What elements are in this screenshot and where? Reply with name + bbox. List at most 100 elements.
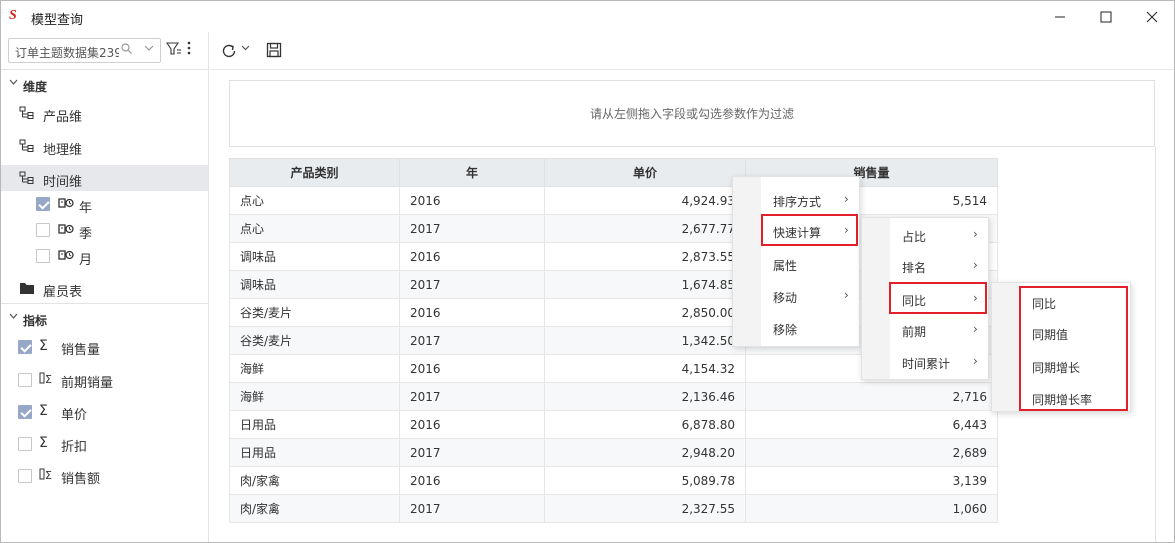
table-cell[interactable]: 肉/家禽 xyxy=(229,494,400,523)
dataset-select[interactable]: 订单主题数据集239 xyxy=(8,38,161,63)
time-level-quarter[interactable]: 季 xyxy=(1,217,208,243)
table-row[interactable]: 肉/家禽 2016 5,089.78 3,139 xyxy=(229,466,998,495)
table-cell[interactable]: 2,716 xyxy=(745,382,998,411)
table-row[interactable]: 肉/家禽 2017 2,327.55 1,060 xyxy=(229,494,998,523)
column-header[interactable]: 单价 xyxy=(544,158,746,187)
table-cell[interactable]: 日用品 xyxy=(229,410,400,439)
table-cell[interactable]: 2017 xyxy=(399,382,545,411)
save-icon[interactable] xyxy=(266,42,282,58)
filter-icon[interactable] xyxy=(165,41,182,57)
highlight-yoy xyxy=(889,282,987,314)
column-header[interactable]: 年 xyxy=(399,158,545,187)
table-cell[interactable]: 点心 xyxy=(229,214,400,243)
filter-drop-zone[interactable]: 请从左侧拖入字段或勾选参数作为过滤 xyxy=(229,80,1155,147)
menu-item-prior-period[interactable]: 前期 › xyxy=(862,315,988,347)
table-cell[interactable]: 谷类/麦片 xyxy=(229,326,400,355)
table-cell[interactable]: 2016 xyxy=(399,466,545,495)
measure-item-prior-sales[interactable]: Σ 前期销量 xyxy=(1,366,208,392)
table-cell[interactable]: 2017 xyxy=(399,326,545,355)
maximize-button[interactable] xyxy=(1083,1,1129,32)
table-cell[interactable]: 2016 xyxy=(399,242,545,271)
table-cell[interactable]: 2,850.00 xyxy=(544,298,746,327)
app-logo-icon: S xyxy=(9,8,17,23)
table-cell[interactable]: 2017 xyxy=(399,214,545,243)
more-options-icon[interactable] xyxy=(187,41,191,59)
column-header[interactable]: 产品类别 xyxy=(229,158,400,187)
table-cell[interactable]: 4,154.32 xyxy=(544,354,746,383)
table-cell[interactable]: 3,139 xyxy=(745,466,998,495)
refresh-options-chevron-icon[interactable] xyxy=(241,43,250,55)
search-icon[interactable] xyxy=(121,43,132,57)
measure-label: 前期销量 xyxy=(61,376,114,391)
table-cell[interactable]: 调味品 xyxy=(229,242,400,271)
measure-item-sales-qty[interactable]: Σ 销售量 xyxy=(1,333,208,359)
table-cell[interactable]: 4,924.93 xyxy=(544,186,746,215)
minimize-button[interactable] xyxy=(1037,1,1083,32)
table-row[interactable]: 海鲜 2017 2,136.46 2,716 xyxy=(229,382,998,411)
table-cell[interactable]: 2,327.55 xyxy=(544,494,746,523)
checkbox[interactable] xyxy=(36,223,50,237)
measures-section-header[interactable]: 指标 xyxy=(1,307,208,331)
table-cell[interactable]: 6,878.80 xyxy=(544,410,746,439)
table-cell[interactable]: 海鲜 xyxy=(229,382,400,411)
menu-item-move[interactable]: 移动 › xyxy=(733,281,859,313)
chevron-down-icon[interactable] xyxy=(143,42,155,57)
calc-measure-icon: Σ xyxy=(39,467,55,485)
checkbox[interactable] xyxy=(18,437,32,451)
table-cell[interactable]: 2,948.20 xyxy=(544,438,746,467)
measure-item-sales-amount[interactable]: Σ 销售额 xyxy=(1,462,208,488)
table-cell[interactable]: 谷类/麦片 xyxy=(229,298,400,327)
checkbox[interactable] xyxy=(18,340,32,354)
menu-item-proportion[interactable]: 占比 › xyxy=(862,220,988,252)
time-level-month[interactable]: 月 xyxy=(1,243,208,269)
dimensions-section-header[interactable]: 维度 xyxy=(1,73,208,97)
table-cell[interactable]: 肉/家禽 xyxy=(229,466,400,495)
employee-table-item[interactable]: 雇员表 xyxy=(1,275,208,301)
menu-item-properties[interactable]: 属性 xyxy=(733,249,859,281)
checkbox[interactable] xyxy=(18,469,32,483)
time-level-year[interactable]: 年 xyxy=(1,191,208,217)
dimension-item-product[interactable]: 产品维 xyxy=(1,100,208,126)
measure-label: 销售额 xyxy=(61,472,101,487)
table-cell[interactable]: 1,060 xyxy=(745,494,998,523)
dimension-item-time[interactable]: 时间维 xyxy=(1,165,208,191)
table-cell[interactable]: 2016 xyxy=(399,298,545,327)
time-level-label: 年 xyxy=(79,201,93,216)
table-cell[interactable]: 2016 xyxy=(399,410,545,439)
table-cell[interactable]: 2,689 xyxy=(745,438,998,467)
table-cell[interactable]: 点心 xyxy=(229,186,400,215)
dimension-item-geography[interactable]: 地理维 xyxy=(1,133,208,159)
measure-item-unit-price[interactable]: Σ 单价 xyxy=(1,398,208,424)
measure-item-discount[interactable]: Σ 折扣 xyxy=(1,430,208,456)
table-row[interactable]: 日用品 2017 2,948.20 2,689 xyxy=(229,438,998,467)
table-cell[interactable]: 5,089.78 xyxy=(544,466,746,495)
table-cell[interactable]: 2,873.55 xyxy=(544,242,746,271)
table-cell[interactable]: 海鲜 xyxy=(229,354,400,383)
table-cell[interactable]: 调味品 xyxy=(229,270,400,299)
table-cell[interactable]: 2,677.77 xyxy=(544,214,746,243)
table-cell[interactable]: 日用品 xyxy=(229,438,400,467)
checkbox[interactable] xyxy=(18,373,32,387)
close-button[interactable] xyxy=(1129,1,1174,32)
svg-text:Σ: Σ xyxy=(45,373,52,385)
table-cell[interactable]: 1,342.50 xyxy=(544,326,746,355)
table-cell[interactable]: 2,136.46 xyxy=(544,382,746,411)
chevron-right-icon: › xyxy=(844,288,849,302)
table-cell[interactable]: 2016 xyxy=(399,354,545,383)
menu-item-sort[interactable]: 排序方式 › xyxy=(733,185,859,217)
menu-item-cumulative[interactable]: 时间累计 › xyxy=(862,347,988,379)
checkbox[interactable] xyxy=(18,405,32,419)
checkbox[interactable] xyxy=(36,249,50,263)
table-cell[interactable]: 6,443 xyxy=(745,410,998,439)
table-cell[interactable]: 2017 xyxy=(399,438,545,467)
table-cell[interactable]: 2017 xyxy=(399,270,545,299)
table-cell[interactable]: 2017 xyxy=(399,494,545,523)
menu-item-remove[interactable]: 移除 xyxy=(733,313,859,345)
table-row[interactable]: 日用品 2016 6,878.80 6,443 xyxy=(229,410,998,439)
refresh-icon[interactable] xyxy=(220,42,238,60)
menu-item-rank[interactable]: 排名 › xyxy=(862,251,988,283)
table-row[interactable]: 点心 2016 4,924.93 5,514 xyxy=(229,186,998,215)
checkbox[interactable] xyxy=(36,197,50,211)
table-cell[interactable]: 2016 xyxy=(399,186,545,215)
table-cell[interactable]: 1,674.85 xyxy=(544,270,746,299)
